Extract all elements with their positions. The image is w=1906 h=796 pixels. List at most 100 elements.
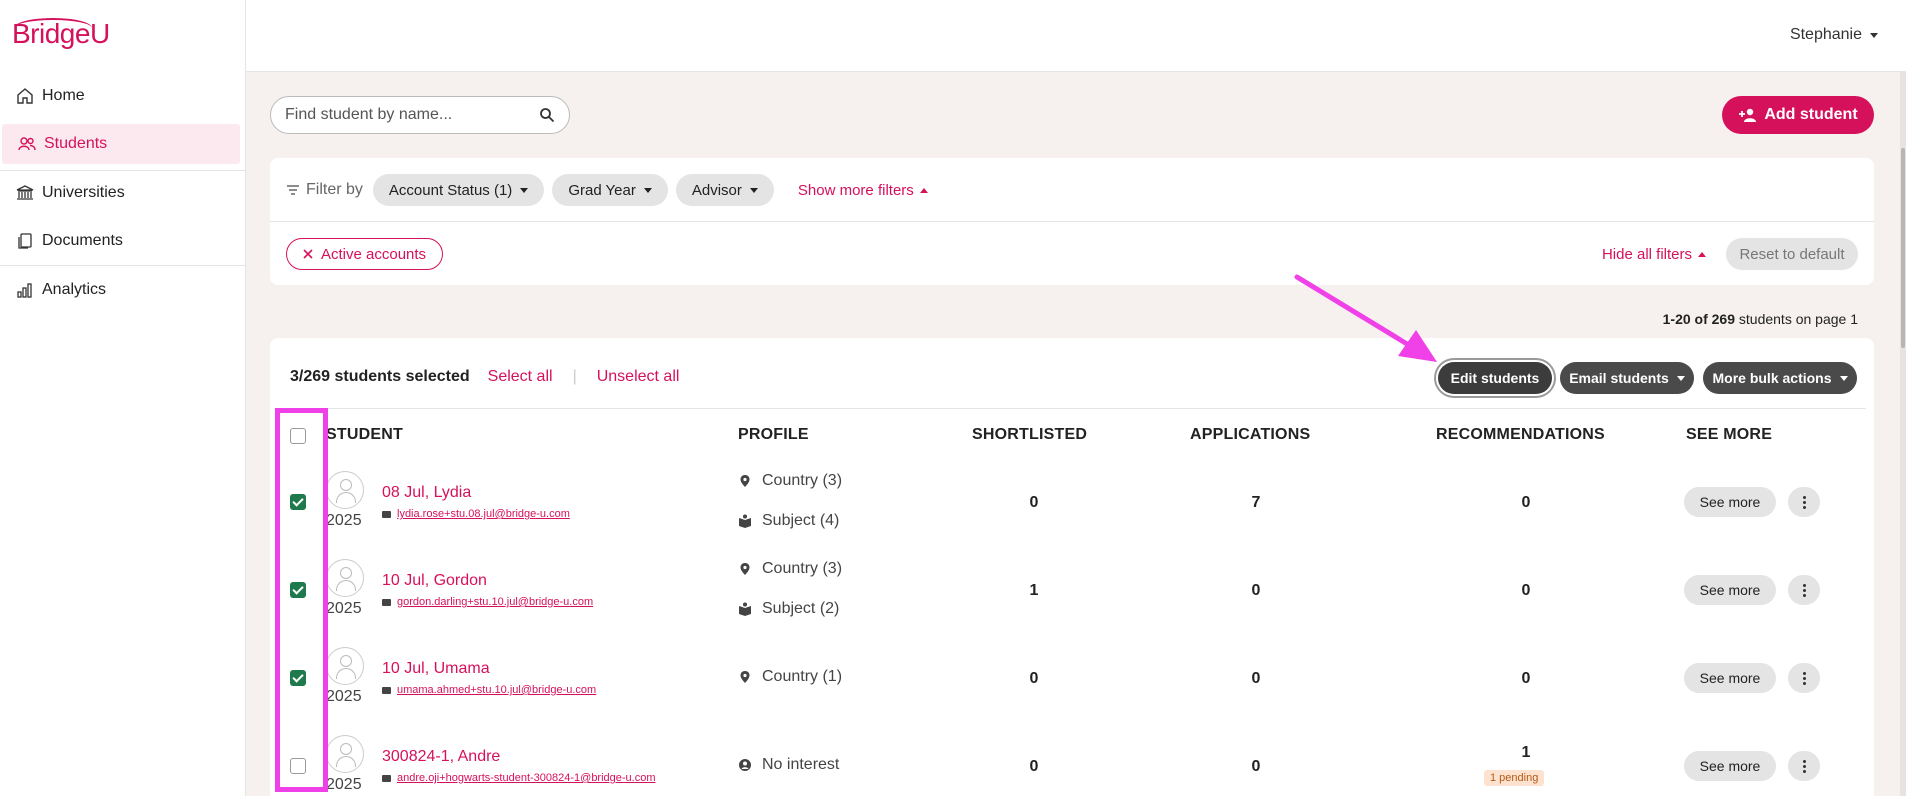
student-email-link[interactable]: gordon.darling+stu.10.jul@bridge-u.com [382, 596, 593, 608]
hide-filters-label: Hide all filters [1601, 246, 1692, 263]
add-user-icon [1739, 108, 1757, 122]
more-options-icon[interactable] [1788, 751, 1820, 781]
chevron-down-icon [520, 187, 529, 193]
header-recommendations[interactable]: RECOMMENDATIONS [1436, 426, 1605, 444]
shortlisted-count: 1 [1029, 582, 1039, 599]
edit-students-button[interactable]: Edit students [1438, 362, 1552, 394]
profile-country: Country (3) [738, 472, 842, 490]
more-options-icon[interactable] [1788, 663, 1820, 693]
sidebar-item-label: Analytics [42, 281, 107, 298]
user-menu[interactable]: Stephanie [1790, 26, 1878, 44]
filter-icon [287, 185, 299, 195]
search-input[interactable] [285, 106, 539, 124]
grad-year: 2025 [326, 600, 362, 617]
grad-year: 2025 [326, 512, 362, 529]
email-students-label: Email students [1569, 370, 1669, 386]
selection-bar: 3/269 students selected Select all | Uns… [290, 368, 679, 386]
student-email-link[interactable]: andre.oji+hogwarts-student-300824-1@brid… [382, 772, 656, 784]
profile-text: Subject (4) [762, 512, 840, 529]
sidebar-item-analytics[interactable]: Analytics [0, 270, 241, 310]
active-accounts-pill[interactable]: Active accounts [286, 238, 444, 270]
sidebar-item-students[interactable]: Students [2, 124, 240, 164]
header-applications[interactable]: APPLICATIONS [1190, 426, 1310, 444]
documents-icon [18, 233, 32, 249]
select-all-checkbox[interactable] [290, 428, 306, 444]
see-more-button[interactable]: See more [1684, 487, 1776, 517]
applications-count: 0 [1251, 758, 1261, 775]
unselect-all-link[interactable]: Unselect all [597, 368, 680, 386]
more-bulk-actions-button[interactable]: More bulk actions [1703, 362, 1857, 394]
home-icon [17, 88, 33, 104]
logo[interactable]: BridgeU [12, 18, 110, 50]
header-shortlisted[interactable]: SHORTLISTED [972, 426, 1087, 444]
shortlisted-count: 0 [1029, 670, 1039, 687]
student-name-link[interactable]: 10 Jul, Gordon [382, 572, 487, 590]
recommendations-count: 1 [1521, 744, 1531, 761]
scrollbar-thumb[interactable] [1901, 148, 1905, 348]
student-name-link[interactable]: 10 Jul, Umama [382, 660, 490, 678]
see-more-button[interactable]: See more [1684, 663, 1776, 693]
location-pin-icon [740, 475, 750, 487]
add-student-label: Add student [1764, 106, 1858, 123]
chevron-down-icon [1676, 375, 1685, 381]
recommendations-count: 0 [1521, 670, 1531, 687]
book-icon [739, 514, 751, 528]
profile-text: Country (3) [762, 560, 843, 577]
chip-label: Account Status (1) [388, 181, 513, 199]
row-checkbox[interactable] [290, 758, 306, 774]
more-bulk-actions-label: More bulk actions [1712, 370, 1832, 386]
filter-chip-advisor[interactable]: Advisor [675, 174, 774, 206]
pagination-info: 1-20 of 269 students on page 1 [1663, 311, 1858, 327]
profile-text: Country (3) [762, 472, 843, 489]
profile-text: No interest [762, 756, 840, 773]
profile-text: Country (1) [762, 668, 843, 685]
avatar [326, 471, 364, 509]
student-email-link[interactable]: umama.ahmed+stu.10.jul@bridge-u.com [382, 684, 596, 696]
avatar [326, 647, 364, 685]
student-name-link[interactable]: 300824-1, Andre [382, 748, 500, 766]
header-see-more: SEE MORE [1686, 426, 1773, 443]
chevron-down-icon [643, 187, 652, 193]
filter-row: Filter by Account Status (1) Grad Year A… [286, 174, 928, 206]
filter-by-text: Filter by [306, 181, 363, 198]
student-email-link[interactable]: lydia.rose+stu.08.jul@bridge-u.com [382, 508, 570, 520]
sidebar-item-documents[interactable]: Documents [0, 221, 241, 261]
scrollbar[interactable] [1900, 72, 1906, 796]
profile-country: Country (3) [738, 560, 842, 578]
sidebar-item-universities[interactable]: Universities [0, 173, 241, 213]
profile-subject: Subject (2) [738, 600, 839, 618]
more-options-icon[interactable] [1788, 575, 1820, 605]
students-icon [18, 137, 36, 151]
chevron-down-icon [1870, 32, 1878, 38]
show-more-filters-link[interactable]: Show more filters [798, 182, 928, 199]
select-all-link[interactable]: Select all [488, 368, 553, 386]
student-name-link[interactable]: 08 Jul, Lydia [382, 484, 471, 502]
see-more-button[interactable]: See more [1684, 751, 1776, 781]
add-student-button[interactable]: Add student [1722, 96, 1874, 134]
filter-chip-account-status[interactable]: Account Status (1) [372, 174, 545, 206]
filter-chip-grad-year[interactable]: Grad Year [552, 174, 668, 206]
email-students-button[interactable]: Email students [1560, 362, 1694, 394]
pagination-range: 1-20 of 269 [1662, 311, 1735, 327]
close-icon[interactable] [303, 249, 313, 259]
row-checkbox[interactable] [290, 494, 306, 510]
more-options-icon[interactable] [1788, 487, 1820, 517]
avatar [326, 559, 364, 597]
email-icon [382, 774, 391, 782]
search-icon[interactable] [539, 107, 555, 123]
row-checkbox[interactable] [290, 670, 306, 686]
reset-to-default-button[interactable]: Reset to default [1726, 238, 1858, 270]
location-pin-icon [740, 671, 750, 683]
selection-count: 3/269 students selected [290, 368, 470, 385]
header-profile[interactable]: PROFILE [738, 426, 809, 444]
hide-all-filters-link[interactable]: Hide all filters [1602, 246, 1706, 263]
header-student[interactable]: STUDENT [326, 426, 403, 444]
shortlisted-count: 0 [1029, 758, 1039, 775]
row-checkbox[interactable] [290, 582, 306, 598]
see-more-button[interactable]: See more [1684, 575, 1776, 605]
students-table-card: 3/269 students selected Select all | Uns… [270, 338, 1874, 796]
active-pill-label: Active accounts [321, 245, 427, 263]
sidebar-item-home[interactable]: Home [0, 76, 241, 116]
sidebar-item-label: Universities [42, 184, 125, 201]
edit-students-label: Edit students [1450, 370, 1540, 386]
